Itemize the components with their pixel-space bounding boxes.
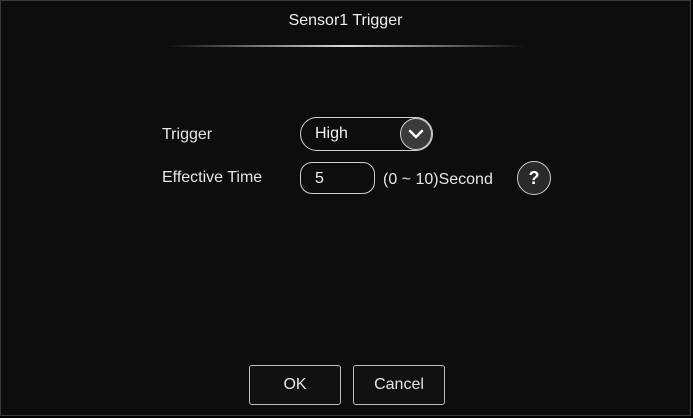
chevron-down-icon[interactable] — [400, 118, 432, 150]
trigger-label: Trigger — [162, 126, 213, 143]
trigger-select-value: High — [315, 125, 348, 142]
dialog-title: Sensor1 Trigger — [288, 12, 403, 29]
cancel-button[interactable]: Cancel — [353, 365, 445, 405]
title-divider — [166, 45, 526, 47]
trigger-select[interactable]: High — [300, 117, 433, 151]
effective-time-value: 5 — [315, 170, 324, 187]
help-icon[interactable]: ? — [517, 161, 551, 195]
ok-button[interactable]: OK — [249, 365, 341, 405]
effective-time-label: Effective Time — [162, 169, 263, 186]
sensor-trigger-dialog: Sensor1 Trigger Trigger High Effective T… — [0, 0, 691, 416]
chevron-down-glyph — [408, 129, 424, 139]
effective-time-input[interactable]: 5 — [300, 162, 375, 194]
effective-time-unit: (0 ~ 10)Second — [383, 171, 493, 188]
